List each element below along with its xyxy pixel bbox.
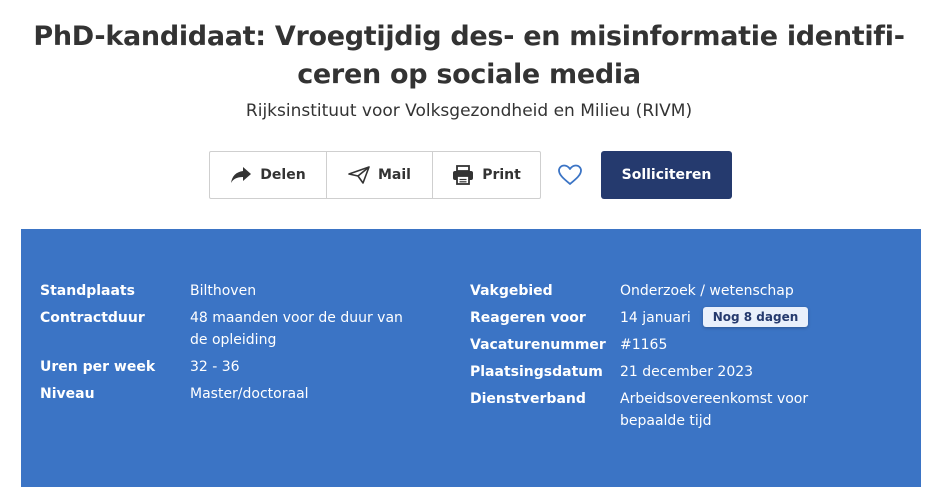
detail-label: Contractduur [40,310,145,326]
apply-button[interactable]: Solliciteren [601,151,732,199]
details-left-column: Standplaats Bilthoven Contractduur 48 ma… [40,280,440,410]
heart-outline-icon [558,164,582,185]
detail-label: Reageren voor [470,310,586,326]
favorite-button[interactable] [557,163,583,187]
details-right-column: Vakgebied Onderzoek / wetenschap Reagere… [470,280,900,437]
detail-row-vacancy-number: Vacaturenummer #1165 [470,334,900,356]
detail-row-employment-type: Dienstverband Arbeidsovereenkomst voor b… [470,388,900,432]
detail-label: Niveau [40,386,95,402]
detail-label: Standplaats [40,283,135,299]
print-label: Print [482,167,521,183]
share-button[interactable]: Delen [210,152,326,198]
detail-value: Arbeidsovereenkomst voor bepaalde tijd [620,391,809,429]
share-label: Delen [260,167,306,183]
detail-row-level: Niveau Master/doctoraal [40,383,440,405]
detail-label: Plaatsingsdatum [470,364,603,380]
detail-row-posting-date: Plaatsingsdatum 21 december 2023 [470,361,900,383]
mail-button[interactable]: Mail [326,152,432,198]
share-actions-group: Delen Mail Print [209,151,541,199]
print-button[interactable]: Print [432,152,540,198]
days-remaining-badge: Nog 8 dagen [702,307,809,327]
organization-name: Rijksinstituut voor Volksgezondheid en M… [245,101,693,121]
detail-value: #1165 [620,337,668,353]
share-arrow-icon [230,166,252,184]
detail-value: Master/doctoraal [190,386,309,402]
detail-value: Bilthoven [190,283,257,299]
detail-label: Uren per week [40,359,156,375]
printer-icon [452,165,474,185]
detail-label: Vacaturenummer [470,337,606,353]
detail-row-field: Vakgebied Onderzoek / wetenschap [470,280,900,302]
job-details-panel: Standplaats Bilthoven Contractduur 48 ma… [21,229,921,487]
detail-row-hours: Uren per week 32 - 36 [40,356,440,378]
mail-label: Mail [378,167,411,183]
detail-value: 32 - 36 [190,359,240,375]
detail-row-deadline: Reageren voor 14 januari Nog 8 dagen [470,307,900,329]
detail-value-with-badge: 14 januari Nog 8 dagen [620,307,870,329]
paper-plane-icon [348,166,370,184]
detail-label: Dienstverband [470,391,586,407]
detail-value: 21 december 2023 [620,364,754,380]
detail-value: 48 maanden voor de duur van de opleiding [190,310,403,348]
deadline-date: 14 januari [620,310,691,326]
detail-row-location: Standplaats Bilthoven [40,280,440,302]
detail-value: Onderzoek / wetenschap [620,283,794,299]
job-title: PhD-kandidaat: Vroegtijdig des- en misin… [33,21,905,90]
detail-label: Vakgebied [470,283,553,299]
detail-row-contract-duration: Contractduur 48 maanden voor de duur van… [40,307,440,351]
